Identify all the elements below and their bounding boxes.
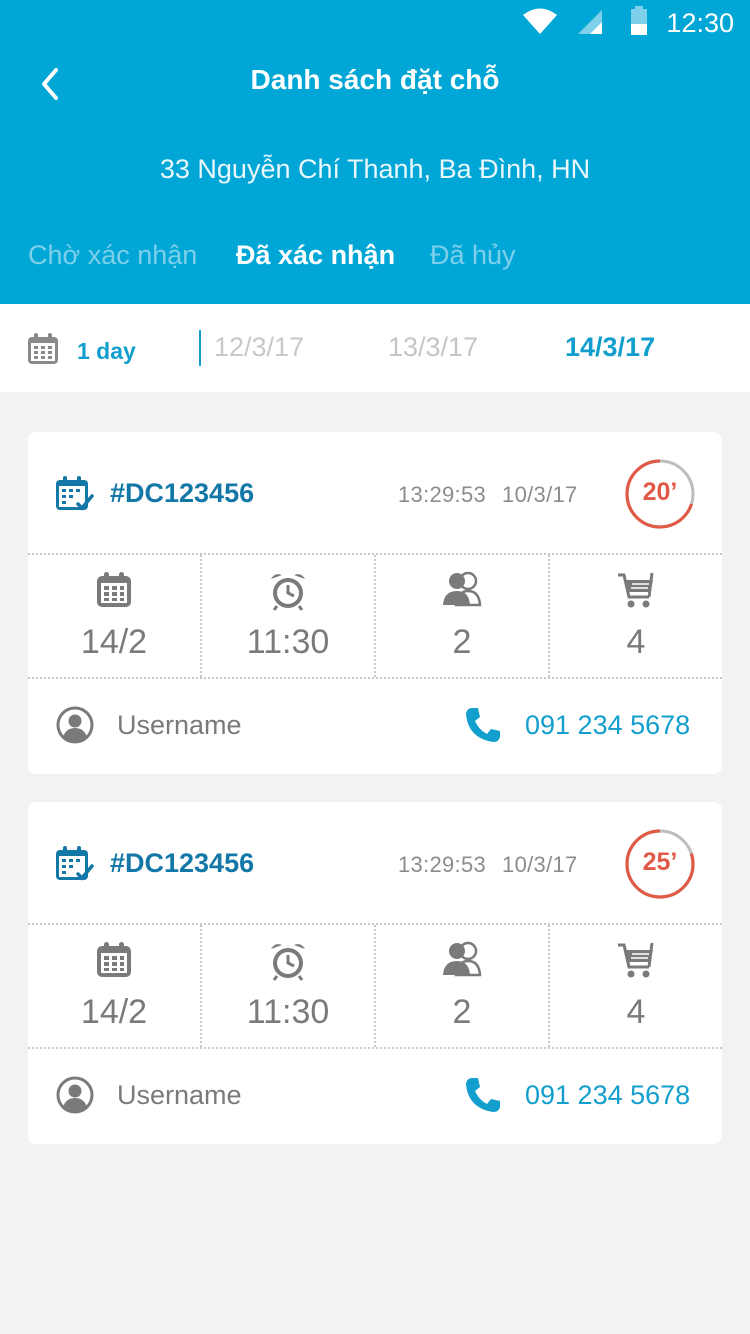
booking-timestamp: 13:29:53 10/3/17: [398, 482, 578, 508]
date-option-2[interactable]: 13/3/17: [388, 332, 478, 363]
detail-time-value: 11:30: [246, 623, 330, 661]
booking-time: 13:29:53: [398, 482, 487, 507]
booking-card[interactable]: #DC123456 13:29:53 10/3/17 25’ 14/2 11:3…: [28, 802, 722, 1144]
user-avatar-icon: [56, 706, 94, 744]
tab-cancelled[interactable]: Đã hủy: [430, 240, 516, 271]
detail-day-value: 14/2: [80, 993, 148, 1031]
customer-name: Username: [117, 1080, 242, 1110]
booking-details: 14/2 11:30 2 4: [28, 923, 722, 1049]
alarm-clock-icon: [271, 944, 305, 981]
cart-icon: [618, 942, 654, 978]
countdown-timer: 25’: [624, 828, 696, 900]
detail-items-value: 4: [626, 993, 646, 1031]
booking-date: 10/3/17: [502, 852, 578, 877]
detail-guests-value: 2: [452, 993, 472, 1031]
customer-name: Username: [117, 710, 242, 740]
date-option-3[interactable]: 14/3/17: [565, 332, 655, 363]
status-bar: 12:30: [0, 0, 750, 46]
detail-items-value: 4: [626, 623, 646, 661]
booking-calendar-icon: [56, 846, 94, 881]
calendar-icon: [97, 572, 131, 607]
booking-time: 13:29:53: [398, 852, 487, 877]
date-filter-bar: 1 day 12/3/17 13/3/17 14/3/17: [0, 304, 750, 392]
divider: [199, 330, 201, 366]
date-option-1[interactable]: 12/3/17: [214, 332, 304, 363]
guests-icon: [443, 571, 482, 607]
page-title: Danh sách đặt chỗ: [250, 64, 500, 95]
booking-details: 14/2 11:30 2 4: [28, 553, 722, 679]
alarm-clock-icon: [271, 574, 305, 611]
countdown-timer: 20’: [624, 458, 696, 530]
tab-pending[interactable]: Chờ xác nhận: [28, 240, 197, 271]
calendar-icon[interactable]: [26, 332, 60, 366]
clock-text: 12:30: [666, 8, 734, 38]
booking-card[interactable]: #DC123456 13:29:53 10/3/17 20’ 14/2 11:3…: [28, 432, 722, 774]
user-avatar-icon: [56, 1076, 94, 1114]
app-header: 12:30 Danh sách đặt chỗ 33 Nguyễn Chí Th…: [0, 0, 750, 304]
booking-date: 10/3/17: [502, 482, 578, 507]
customer-phone[interactable]: 091 234 5678: [525, 1080, 690, 1111]
detail-time: 11:30: [202, 555, 376, 677]
detail-day: 14/2: [28, 555, 202, 677]
countdown-text: 25’: [642, 848, 678, 876]
battery-icon: [631, 6, 647, 35]
wifi-icon: [523, 8, 557, 34]
cart-icon: [618, 572, 654, 608]
detail-guests: 2: [376, 555, 550, 677]
booking-timestamp: 13:29:53 10/3/17: [398, 852, 578, 878]
restaurant-address: 33 Nguyễn Chí Thanh, Ba Đình, HN: [159, 154, 591, 184]
booking-code: #DC123456: [110, 848, 255, 878]
tab-confirmed[interactable]: Đã xác nhận: [236, 240, 395, 271]
status-tabs: Chờ xác nhận Đã xác nhận Đã hủy: [0, 240, 750, 280]
detail-items: 4: [550, 925, 722, 1047]
detail-day-value: 14/2: [80, 623, 148, 661]
booking-calendar-icon: [56, 476, 94, 511]
detail-time-value: 11:30: [246, 993, 330, 1031]
countdown-text: 20’: [642, 478, 678, 506]
detail-guests: 2: [376, 925, 550, 1047]
phone-icon[interactable]: [464, 1076, 502, 1114]
detail-time: 11:30: [202, 925, 376, 1047]
range-label[interactable]: 1 day: [77, 338, 136, 365]
customer-phone[interactable]: 091 234 5678: [525, 710, 690, 741]
phone-icon[interactable]: [464, 706, 502, 744]
detail-items: 4: [550, 555, 722, 677]
booking-code: #DC123456: [110, 478, 255, 508]
calendar-icon: [97, 942, 131, 977]
guests-icon: [443, 941, 482, 977]
detail-guests-value: 2: [452, 623, 472, 661]
signal-icon: [578, 10, 602, 34]
detail-day: 14/2: [28, 925, 202, 1047]
